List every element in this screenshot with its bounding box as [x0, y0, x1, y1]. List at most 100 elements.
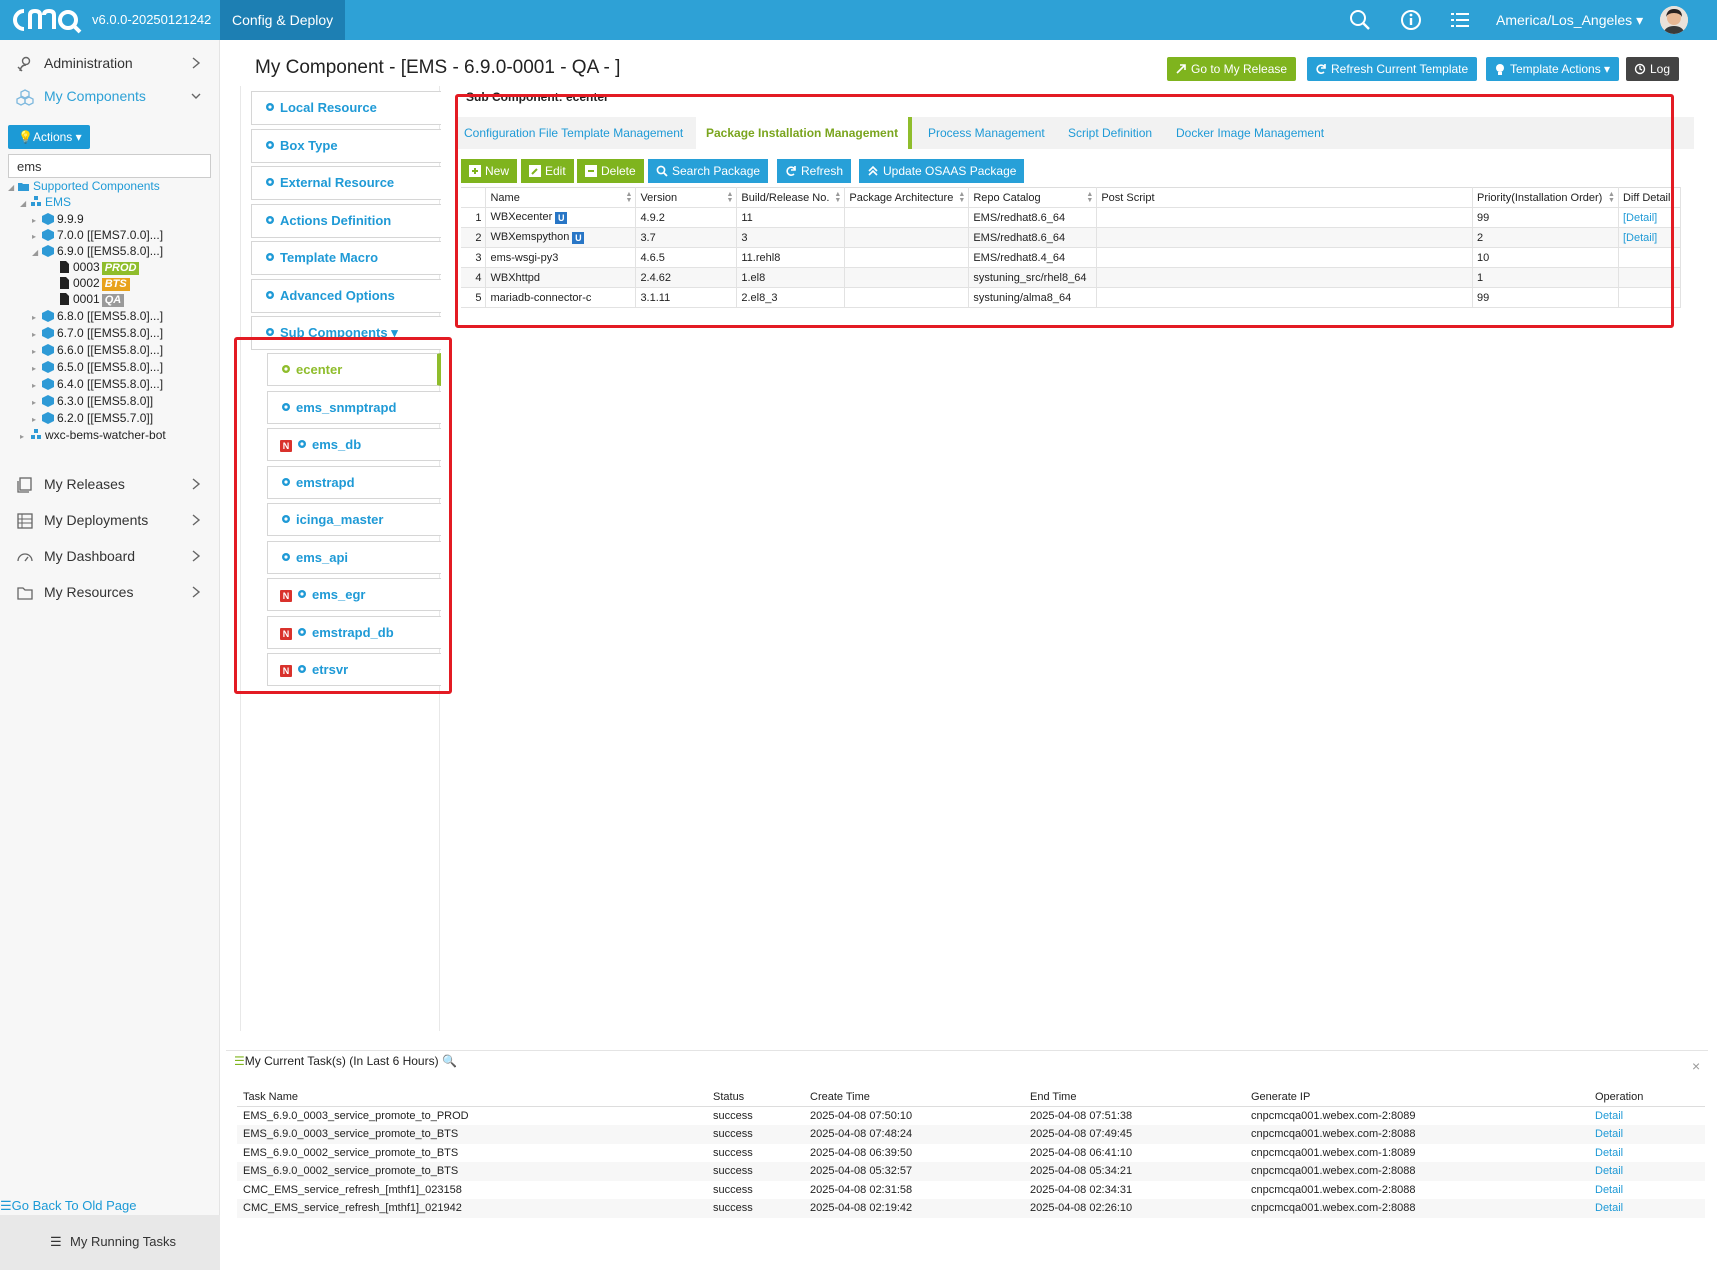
expand-icon[interactable]: ▸ — [32, 378, 42, 394]
tree-node-build[interactable]: 0002 BTS — [58, 275, 130, 291]
sort-icon[interactable]: ▲ ▼ — [1086, 191, 1093, 204]
update-osaas-package-button[interactable]: Update OSAAS Package — [859, 159, 1025, 183]
table-row[interactable]: 5 mariadb-connector-c 3.1.11 2.el8_3 sys… — [461, 287, 1682, 308]
nav-my-deployments[interactable]: My Deployments — [0, 504, 218, 536]
collapse-icon[interactable]: ◢ — [32, 245, 42, 261]
menu-external-resource[interactable]: External Resource — [251, 166, 441, 200]
nav-my-components[interactable]: My Components — [0, 80, 218, 112]
expand-icon[interactable]: ▸ — [32, 412, 42, 428]
info-icon[interactable] — [1399, 8, 1423, 32]
expand-icon[interactable]: ▸ — [32, 395, 42, 411]
table-row[interactable]: 3 ems-wsgi-py3 4.6.5 11.rehl8 EMS/redhat… — [461, 247, 1682, 268]
table-row[interactable]: 4 WBXhttpd 2.4.62 1.el8 systuning_src/rh… — [461, 267, 1682, 288]
expand-icon[interactable]: ▸ — [20, 429, 30, 445]
menu-box-type[interactable]: Box Type — [251, 129, 441, 163]
col-build[interactable]: Build/Release No. ▲ ▼ — [736, 187, 846, 208]
detail-link[interactable]: Detail — [1595, 1184, 1623, 1196]
sub-component-ecenter[interactable]: ecenter — [267, 353, 441, 386]
detail-link[interactable]: Detail — [1595, 1147, 1623, 1159]
table-row[interactable]: 2 WBXemspython U 3.7 3 EMS/redhat8.6_64 2… — [461, 227, 1682, 248]
tree-node-version[interactable]: ▸ 6.3.0 [[EMS5.8.0]] — [32, 393, 153, 409]
tree-node-build[interactable]: 0003 PROD — [58, 259, 140, 275]
nav-my-dashboard[interactable]: My Dashboard — [0, 540, 218, 572]
sort-icon[interactable]: ▲ ▼ — [958, 191, 965, 204]
edit-button[interactable]: Edit — [521, 159, 574, 183]
table-row[interactable]: 1 WBXecenter U 4.9.2 11 EMS/redhat8.6_64 … — [461, 207, 1682, 228]
col-arch[interactable]: Package Architecture ▲ ▼ — [844, 187, 970, 208]
nav-administration[interactable]: Administration — [0, 47, 218, 79]
table-row[interactable]: CMC_EMS_service_refresh_[mthf1]_021942 s… — [237, 1199, 1705, 1218]
sub-component-ems-db[interactable]: Nems_db — [267, 428, 441, 461]
tree-node-supported-components[interactable]: ◢ Supported Components — [8, 178, 160, 194]
sort-icon[interactable]: ▲ ▼ — [726, 191, 733, 204]
collapse-icon[interactable]: ◢ — [8, 180, 18, 196]
component-search-input[interactable] — [8, 154, 211, 178]
tab-config-deploy[interactable]: Config & Deploy — [220, 0, 346, 40]
tree-node-version[interactable]: ▸ 6.5.0 [[EMS5.8.0]...] — [32, 359, 163, 375]
zoom-icon[interactable]: 🔍 — [442, 1054, 457, 1068]
new-button[interactable]: New — [461, 159, 518, 183]
sort-icon[interactable]: ▲ ▼ — [834, 191, 841, 204]
table-row[interactable]: EMS_6.9.0_0002_service_promote_to_BTS su… — [237, 1144, 1705, 1163]
timezone-dropdown[interactable]: America/Los_Angeles ▾ — [1496, 12, 1643, 29]
detail-link[interactable]: Detail — [1595, 1128, 1623, 1140]
table-row[interactable]: EMS_6.9.0_0003_service_promote_to_BTS su… — [237, 1125, 1705, 1144]
template-actions-dropdown[interactable]: Template Actions ▾ — [1486, 57, 1620, 81]
diff-detail-link[interactable]: [Detail] — [1623, 232, 1657, 244]
tab-config-file-template[interactable]: Configuration File Template Management — [464, 117, 683, 149]
tree-node-version[interactable]: ▸ 6.7.0 [[EMS5.8.0]...] — [32, 325, 163, 341]
detail-link[interactable]: Detail — [1595, 1165, 1623, 1177]
cmp-logo-icon[interactable] — [10, 6, 82, 34]
refresh-current-template-button[interactable]: Refresh Current Template — [1307, 57, 1478, 81]
collapse-icon[interactable]: ◢ — [20, 196, 30, 212]
expand-icon[interactable]: ▸ — [32, 361, 42, 377]
sub-component-ems-api[interactable]: ems_api — [267, 541, 441, 574]
my-running-tasks-button[interactable]: ☰ My Running Tasks — [0, 1215, 220, 1270]
detail-link[interactable]: Detail — [1595, 1202, 1623, 1214]
expand-icon[interactable]: ▸ — [32, 327, 42, 343]
table-row[interactable]: EMS_6.9.0_0002_service_promote_to_BTS su… — [237, 1162, 1705, 1181]
go-to-my-release-button[interactable]: Go to My Release — [1167, 57, 1297, 81]
nav-my-resources[interactable]: My Resources — [0, 576, 218, 608]
tree-node-version[interactable]: ▸ 6.4.0 [[EMS5.8.0]...] — [32, 376, 163, 392]
close-icon[interactable]: × — [1692, 1058, 1700, 1074]
tree-node-version[interactable]: ▸ 6.6.0 [[EMS5.8.0]...] — [32, 342, 163, 358]
sub-component-emstrapd[interactable]: emstrapd — [267, 466, 441, 499]
tree-node-version[interactable]: ▸ 7.0.0 [[EMS7.0.0]...] — [32, 227, 163, 243]
tab-process-management[interactable]: Process Management — [928, 117, 1045, 149]
sub-component-icinga-master[interactable]: icinga_master — [267, 503, 441, 536]
search-icon[interactable] — [1348, 8, 1372, 32]
tree-node-version[interactable]: ▸ 6.2.0 [[EMS5.7.0]] — [32, 410, 153, 426]
log-button[interactable]: Log — [1626, 57, 1680, 81]
sub-component-ems-snmptrapd[interactable]: ems_snmptrapd — [267, 391, 441, 424]
tree-node-version[interactable]: ◢ 6.9.0 [[EMS5.8.0]...] — [32, 243, 163, 259]
col-name[interactable]: Name ▲ ▼ — [485, 187, 637, 208]
tab-docker-image[interactable]: Docker Image Management — [1176, 117, 1324, 149]
actions-dropdown-button[interactable]: 💡Actions ▾ — [8, 125, 90, 149]
expand-icon[interactable]: ▸ — [32, 344, 42, 360]
search-package-button[interactable]: Search Package — [648, 159, 769, 183]
tree-node-version[interactable]: ▸ 9.9.9 — [32, 211, 84, 227]
col-version[interactable]: Version ▲ ▼ — [635, 187, 738, 208]
tree-node-version[interactable]: ▸ 6.8.0 [[EMS5.8.0]...] — [32, 308, 163, 324]
list-icon[interactable] — [1448, 8, 1472, 32]
refresh-button[interactable]: Refresh — [777, 159, 852, 183]
expand-icon[interactable]: ▸ — [32, 310, 42, 326]
table-row[interactable]: CMC_EMS_service_refresh_[mthf1]_023158 s… — [237, 1181, 1705, 1200]
user-avatar[interactable] — [1660, 6, 1688, 34]
col-priority[interactable]: Priority(Installation Order) ▲ ▼ — [1472, 187, 1619, 208]
table-row[interactable]: EMS_6.9.0_0003_service_promote_to_PROD s… — [237, 1107, 1705, 1126]
sub-component-ems-egr[interactable]: Nems_egr — [267, 578, 441, 611]
nav-my-releases[interactable]: My Releases — [0, 468, 218, 500]
sort-icon[interactable]: ▲ ▼ — [626, 191, 633, 204]
detail-link[interactable]: Detail — [1595, 1110, 1623, 1122]
sort-icon[interactable]: ▲ ▼ — [1608, 191, 1615, 204]
tree-node-wxc-bems[interactable]: ▸ wxc-bems-watcher-bot — [20, 427, 166, 443]
sub-component-etrsvr[interactable]: Netrsvr — [267, 653, 441, 686]
menu-advanced-options[interactable]: Advanced Options — [251, 279, 441, 313]
delete-button[interactable]: Delete — [577, 159, 644, 183]
tab-script-definition[interactable]: Script Definition — [1068, 117, 1152, 149]
tab-package-installation[interactable]: Package Installation Management — [696, 117, 913, 149]
menu-actions-definition[interactable]: Actions Definition — [251, 204, 441, 238]
tree-node-build[interactable]: 0001 QA — [58, 291, 125, 307]
